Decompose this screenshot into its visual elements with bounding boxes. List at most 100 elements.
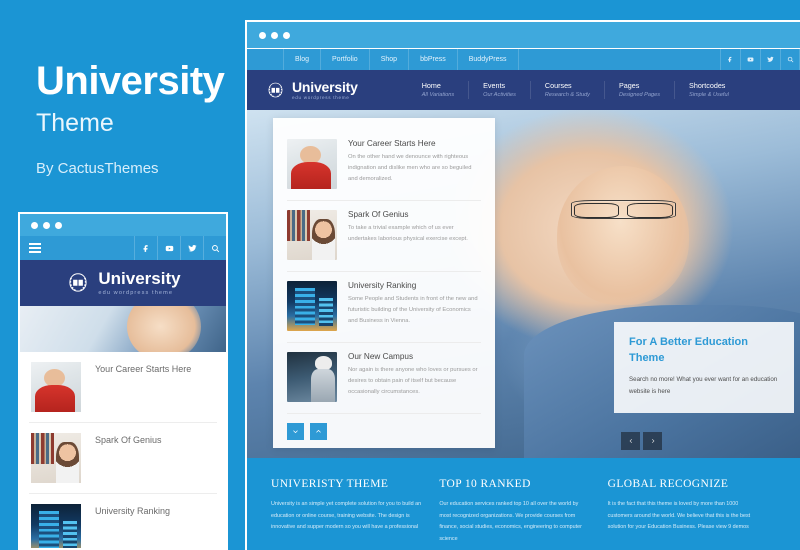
main-navigation-bar: University edu wordpress theme Home All … — [247, 70, 800, 110]
article-thumbnail — [31, 362, 81, 412]
desktop-window-chrome — [245, 20, 800, 48]
promo-byline: By CactusThemes — [36, 159, 159, 177]
laurel-book-logo-icon — [268, 82, 283, 97]
menu-item-desc: Our Activities — [483, 92, 516, 98]
article-thumbnail — [287, 352, 337, 402]
logo-name: University — [98, 269, 181, 288]
feature-column-top-10-ranked: TOP 10 RANKED Our education services ran… — [439, 478, 607, 550]
feature-column-university-theme: UNIVERISTY THEME University is an simple… — [271, 478, 439, 550]
site-topbar: Blog Portfolio Shop bbPress BuddyPress — [247, 49, 800, 70]
menu-item-label: Events — [483, 81, 506, 90]
article-thumbnail — [287, 281, 337, 331]
mobile-window-chrome — [18, 212, 228, 236]
feature-text: Our education services ranked top 10 all… — [439, 501, 582, 542]
topbar-links: Blog Portfolio Shop bbPress BuddyPress — [283, 49, 519, 70]
logo-tagline: edu wordpress theme — [292, 94, 350, 100]
article-title: Spark Of Genius — [95, 435, 162, 445]
article-title: Our New Campus — [348, 352, 414, 361]
mobile-article-card[interactable]: Your Career Starts Here — [29, 352, 217, 423]
feature-column-global-recognize: GLOBAL RECOGNIZE It is the fact that thi… — [608, 478, 776, 550]
article-card[interactable]: Spark Of Genius To take a trivial exampl… — [287, 201, 481, 272]
hero-slider-navigation — [618, 432, 662, 450]
menu-item-label: Courses — [544, 81, 572, 90]
menu-item-home[interactable]: Home All Variations — [412, 81, 468, 99]
window-maximize-dot[interactable] — [283, 31, 290, 39]
article-title: Spark Of Genius — [348, 210, 409, 219]
window-minimize-dot[interactable] — [271, 31, 278, 39]
desktop-window-content: Blog Portfolio Shop bbPress BuddyPress U… — [245, 48, 800, 550]
menu-item-courses[interactable]: Courses Research & Study — [529, 81, 604, 99]
facebook-icon[interactable] — [720, 49, 740, 70]
article-excerpt: To take a trivial example which of us ev… — [348, 225, 468, 242]
mobile-browser-window: University edu wordpress theme Your Care… — [18, 212, 228, 550]
site-logo[interactable]: University edu wordpress theme — [265, 80, 358, 101]
feature-title: TOP 10 RANKED — [439, 478, 531, 490]
article-title: University Ranking — [348, 281, 417, 290]
menu-item-desc: Designed Pages — [618, 92, 661, 98]
facebook-icon[interactable] — [134, 236, 157, 260]
mobile-article-card[interactable]: Spark Of Genius — [29, 423, 217, 494]
menu-item-desc: Simple & Useful — [689, 92, 729, 98]
article-title: University Ranking — [95, 506, 171, 516]
hero-caption-text: Search no more! What you ever want for a… — [629, 375, 778, 395]
article-card[interactable]: University Ranking Some People and Stude… — [287, 272, 481, 343]
article-title: Your Career Starts Here — [95, 364, 192, 374]
mobile-hero-face — [127, 306, 202, 352]
search-icon[interactable] — [203, 236, 226, 260]
laurel-book-logo-icon — [69, 273, 88, 292]
article-title: Your Career Starts Here — [348, 139, 436, 148]
logo-name: University — [292, 78, 358, 95]
mobile-topbar — [20, 236, 226, 260]
twitter-icon[interactable] — [180, 236, 203, 260]
topbar-link-shop[interactable]: Shop — [370, 49, 410, 70]
youtube-icon[interactable] — [740, 49, 760, 70]
hamburger-menu-icon[interactable] — [20, 242, 50, 254]
article-thumbnail — [287, 139, 337, 189]
logo-text: University edu wordpress theme — [292, 80, 358, 101]
mobile-article-card[interactable]: University Ranking — [29, 494, 217, 548]
chevron-down-icon[interactable] — [287, 423, 304, 440]
article-thumbnail — [31, 504, 81, 548]
mobile-article-list: Your Career Starts Here Spark Of Genius … — [20, 352, 226, 548]
mobile-social-links — [134, 236, 226, 260]
menu-item-events[interactable]: Events Our Activities — [468, 81, 530, 99]
hero-photo-face — [556, 165, 690, 305]
mobile-logo-bar[interactable]: University edu wordpress theme — [20, 260, 226, 306]
window-close-dot[interactable] — [31, 221, 38, 229]
chevron-left-icon[interactable] — [621, 432, 640, 450]
desktop-browser-window: Blog Portfolio Shop bbPress BuddyPress U… — [245, 20, 800, 550]
article-card[interactable]: Our New Campus Nor again is there anyone… — [287, 343, 481, 414]
mobile-hero-photo — [20, 306, 226, 352]
chevron-up-icon[interactable] — [310, 423, 327, 440]
window-close-dot[interactable] — [259, 31, 266, 39]
article-excerpt: Some People and Students in front of the… — [348, 296, 478, 324]
search-icon[interactable] — [780, 49, 800, 70]
promo-title: University — [36, 59, 225, 103]
window-maximize-dot[interactable] — [55, 221, 62, 229]
topbar-link-buddypress[interactable]: BuddyPress — [458, 49, 519, 70]
menu-item-label: Shortcodes — [689, 81, 726, 90]
article-thumbnail — [31, 433, 81, 483]
article-thumbnail — [287, 210, 337, 260]
mobile-window-content: University edu wordpress theme Your Care… — [18, 236, 228, 550]
menu-item-desc: Research & Study — [544, 92, 590, 98]
feature-text: University is an simple yet complete sol… — [271, 501, 422, 531]
article-card[interactable]: Your Career Starts Here On the other han… — [287, 130, 481, 201]
feature-title: UNIVERISTY THEME — [271, 478, 389, 490]
topbar-link-blog[interactable]: Blog — [283, 49, 322, 70]
chevron-right-icon[interactable] — [643, 432, 662, 450]
menu-item-shortcodes[interactable]: Shortcodes Simple & Useful — [674, 81, 743, 99]
youtube-icon[interactable] — [157, 236, 180, 260]
article-excerpt: On the other hand we denounce with right… — [348, 154, 472, 182]
twitter-icon[interactable] — [760, 49, 780, 70]
hero-caption-box: For A Better Education Theme Search no m… — [614, 321, 794, 413]
primary-menu: Home All Variations Events Our Activitie… — [412, 81, 743, 99]
topbar-link-bbpress[interactable]: bbPress — [409, 49, 458, 70]
window-minimize-dot[interactable] — [43, 221, 50, 229]
menu-item-label: Pages — [618, 81, 640, 90]
topbar-social-links — [720, 49, 800, 70]
panel-scroll-controls — [287, 423, 481, 440]
topbar-link-portfolio[interactable]: Portfolio — [321, 49, 370, 70]
hero-caption-title: For A Better Education Theme — [629, 335, 748, 364]
menu-item-pages[interactable]: Pages Designed Pages — [603, 81, 674, 99]
